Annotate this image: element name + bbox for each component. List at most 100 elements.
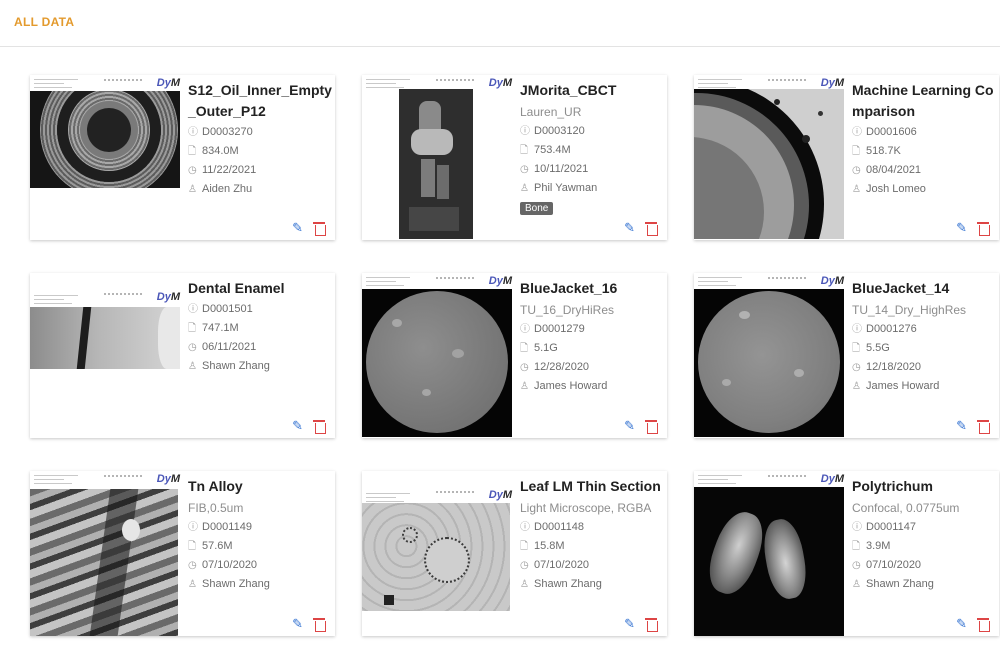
thumbnail-image (362, 289, 512, 437)
dataset-size: 🗋 834.0M (188, 142, 333, 161)
dataset-title[interactable]: BlueJacket_14 (852, 278, 997, 299)
thumbnail[interactable]: DyM (694, 471, 848, 636)
card-info: Tn Alloy FIB,0.5um ⓘ D0001149 🗋 57.6M ◷ 07/… (188, 476, 333, 594)
dym-logo: DyM (156, 473, 180, 485)
dataset-owner: ♙ Josh Lomeo (852, 180, 997, 199)
thumbnail[interactable]: DyM (30, 273, 184, 438)
dataset-subtitle: Confocal, 0.0775um (852, 501, 960, 515)
thumbnail-image (30, 489, 178, 636)
edit-icon[interactable]: ✎ (956, 616, 967, 632)
file-icon: 🗋 (188, 541, 197, 552)
user-icon: ♙ (188, 361, 197, 372)
dataset-title[interactable]: JMorita_CBCT (520, 80, 665, 101)
dataset-owner: ♙ James Howard (520, 377, 665, 396)
edit-icon[interactable]: ✎ (292, 220, 303, 236)
edit-icon[interactable]: ✎ (624, 616, 635, 632)
clock-icon: ◷ (520, 164, 529, 175)
tag-badge[interactable]: Bone (520, 202, 554, 215)
card-info: Polytrichum Confocal, 0.0775um ⓘ D0001147… (852, 476, 997, 594)
dataset-date: ◷ 07/10/2020 (188, 556, 333, 575)
thumbnail-image (694, 89, 844, 239)
dataset-card[interactable]: DyM Polytrichum Confocal, 0.0775um ⓘ D000… (694, 471, 999, 636)
edit-icon[interactable]: ✎ (956, 220, 967, 236)
sheet-scale-line (768, 277, 808, 279)
thumbnail[interactable]: DyM (30, 471, 184, 636)
delete-icon[interactable] (977, 222, 990, 236)
dataset-card[interactable]: DyM Leaf LM Thin Section Light Microscop… (362, 471, 667, 636)
dataset-date: ◷ 12/28/2020 (520, 358, 665, 377)
dataset-card[interactable]: DyM Dental Enamel ⓘ D0001501 🗋 747.1M ◷ 06/… (30, 273, 335, 438)
sheet-scale-line (436, 79, 476, 81)
card-info: Machine Learning Comparison ⓘ D0001606 🗋 5… (852, 80, 997, 199)
clock-icon: ◷ (188, 560, 197, 571)
clock-icon: ◷ (520, 560, 529, 571)
dataset-id: ⓘ D0001606 (852, 123, 997, 142)
sheet-header-text (34, 475, 80, 487)
thumbnail[interactable]: DyM (30, 75, 184, 240)
file-icon: 🗋 (520, 145, 529, 156)
clock-icon: ◷ (852, 362, 861, 373)
dataset-subtitle: TU_16_DryHiRes (520, 303, 615, 317)
dataset-size: 🗋 57.6M (188, 537, 333, 556)
sheet-header-text (34, 295, 80, 307)
edit-icon[interactable]: ✎ (624, 220, 635, 236)
thumbnail-image (694, 289, 844, 437)
dataset-card[interactable]: DyM Tn Alloy FIB,0.5um ⓘ D0001149 🗋 57.6M … (30, 471, 335, 636)
delete-icon[interactable] (645, 420, 658, 434)
file-icon: 🗋 (852, 343, 861, 354)
edit-icon[interactable]: ✎ (624, 418, 635, 434)
thumbnail-image (30, 307, 180, 369)
dym-logo: DyM (820, 473, 844, 485)
delete-icon[interactable] (645, 222, 658, 236)
dataset-size: 🗋 753.4M (520, 141, 665, 160)
thumbnail[interactable]: DyM (362, 75, 516, 240)
dataset-title[interactable]: S12_Oil_Inner_Empty_Outer_P12 (188, 80, 333, 122)
clock-icon: ◷ (188, 165, 197, 176)
clock-icon: ◷ (188, 342, 197, 353)
dataset-id: ⓘ D0003270 (188, 123, 333, 142)
clock-icon: ◷ (520, 362, 529, 373)
info-icon: ⓘ (188, 522, 198, 533)
dataset-card[interactable]: DyM JMorita_CBCT Lauren_UR ⓘ D0003120 🗋 75… (362, 75, 667, 240)
delete-icon[interactable] (977, 420, 990, 434)
edit-icon[interactable]: ✎ (292, 418, 303, 434)
edit-icon[interactable]: ✎ (292, 616, 303, 632)
dataset-card[interactable]: DyM BlueJacket_14 TU_14_Dry_HighRes ⓘ D00… (694, 273, 999, 438)
thumbnail[interactable]: DyM (694, 273, 848, 438)
delete-icon[interactable] (313, 618, 326, 632)
user-icon: ♙ (520, 579, 529, 590)
thumbnail[interactable]: DyM (362, 273, 516, 438)
dataset-id: ⓘ D0003120 (520, 122, 665, 141)
dataset-date: ◷ 11/22/2021 (188, 161, 333, 180)
sheet-scale-line (436, 277, 476, 279)
dataset-title[interactable]: BlueJacket_16 (520, 278, 665, 299)
delete-icon[interactable] (313, 420, 326, 434)
dataset-title[interactable]: Machine Learning Comparison (852, 80, 997, 122)
file-icon: 🗋 (852, 146, 861, 157)
sheet-scale-line (104, 475, 144, 477)
dataset-title[interactable]: Dental Enamel (188, 278, 333, 299)
dataset-card[interactable]: DyM BlueJacket_16 TU_16_DryHiRes ⓘ D00012… (362, 273, 667, 438)
user-icon: ♙ (188, 184, 197, 195)
file-icon: 🗋 (520, 343, 529, 354)
top-bar: ALL DATA (0, 0, 1000, 47)
dataset-card[interactable]: DyM Machine Learning Comparison ⓘ D000160… (694, 75, 999, 240)
dataset-title[interactable]: Polytrichum (852, 476, 997, 497)
delete-icon[interactable] (645, 618, 658, 632)
card-info: BlueJacket_16 TU_16_DryHiRes ⓘ D0001279 🗋… (520, 278, 665, 396)
edit-icon[interactable]: ✎ (956, 418, 967, 434)
thumbnail[interactable]: DyM (694, 75, 848, 240)
delete-icon[interactable] (977, 618, 990, 632)
dataset-size: 🗋 15.8M (520, 537, 665, 556)
dataset-subtitle: FIB,0.5um (188, 501, 244, 515)
dym-logo: DyM (488, 77, 512, 89)
dataset-title[interactable]: Tn Alloy (188, 476, 333, 497)
card-info: Dental Enamel ⓘ D0001501 🗋 747.1M ◷ 06/11/2… (188, 278, 333, 376)
dataset-card[interactable]: DyM S12_Oil_Inner_Empty_Outer_P12 ⓘ D0003… (30, 75, 335, 240)
thumbnail[interactable]: DyM (362, 471, 516, 636)
dataset-title[interactable]: Leaf LM Thin Section (520, 476, 665, 497)
thumbnail-image (30, 91, 180, 188)
dataset-id: ⓘ D0001147 (852, 518, 997, 537)
sheet-scale-line (104, 79, 144, 81)
delete-icon[interactable] (313, 222, 326, 236)
